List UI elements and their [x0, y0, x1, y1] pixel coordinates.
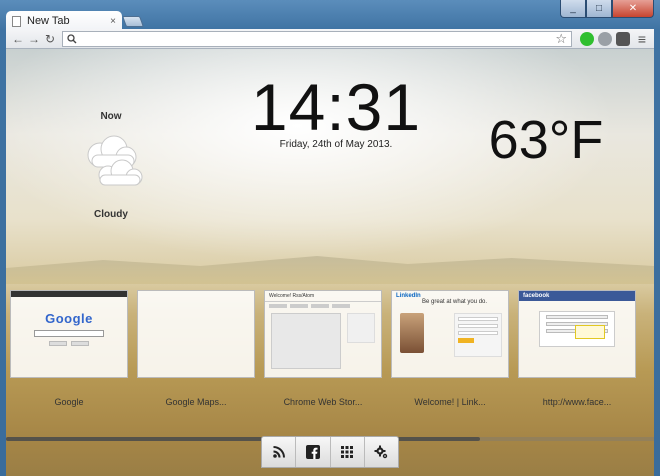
tab-new-tab[interactable]: New Tab × [6, 11, 122, 31]
chrome-menu-button[interactable]: ≡ [634, 31, 650, 47]
cws-nav [265, 302, 381, 310]
thumbnail-chrome-web-store[interactable]: Welcome! Rss/Atom [264, 290, 382, 378]
cloudy-icon [87, 135, 143, 186]
google-logo: Google [45, 311, 93, 326]
rss-button[interactable] [262, 437, 297, 467]
thumbnail-label-facebook[interactable]: http://www.face... [518, 397, 636, 407]
linkedin-tagline: Be great at what you do. [422, 299, 488, 305]
weather-condition: Cloudy [94, 209, 128, 220]
new-tab-button[interactable] [121, 16, 145, 27]
thumbnail-google-maps[interactable] [137, 290, 255, 378]
google-buttons [11, 341, 127, 346]
cws-sidebar [347, 313, 375, 343]
thumbnail-label-google-maps[interactable]: Google Maps... [137, 397, 255, 407]
thumbnail-scroll-thumb[interactable] [6, 437, 480, 441]
google-topbar [11, 291, 127, 297]
bottom-dock [261, 436, 399, 468]
weather-now-label: Now [100, 111, 122, 122]
thumbnail-google[interactable]: Google [10, 290, 128, 378]
browser-window: _ □ ✕ New Tab × ← → ↻ ☆ ≡ Now Cloudy 14:… [0, 0, 660, 476]
settings-gear-icon [374, 445, 388, 459]
linkedin-photo [400, 313, 424, 353]
background-hills [6, 256, 654, 284]
temperature: 63°F [488, 110, 604, 170]
thumbnail-linkedin[interactable]: LinkedIn Be great at what you do. [391, 290, 509, 378]
omnibox[interactable]: ☆ [62, 30, 572, 47]
facebook-button[interactable] [296, 437, 331, 467]
bookmark-star-icon[interactable]: ☆ [555, 31, 567, 47]
forward-button[interactable]: → [26, 31, 42, 47]
tab-title: New Tab [27, 15, 70, 27]
settings-button[interactable] [365, 437, 398, 467]
rss-icon [272, 446, 285, 458]
tab-close-icon[interactable]: × [110, 16, 116, 27]
close-window-button[interactable]: ✕ [612, 0, 654, 18]
facebook-bar: facebook [519, 291, 635, 301]
facebook-icon [305, 445, 320, 459]
thumbnail-label-google[interactable]: Google [10, 397, 128, 407]
clock-date: Friday, 24th of May 2013. [279, 139, 393, 150]
thumbnail-label-chrome-web-store[interactable]: Chrome Web Stor... [264, 397, 382, 407]
address-input[interactable] [77, 31, 556, 46]
search-icon [67, 33, 77, 43]
new-tab-page: Now Cloudy 14:31 Friday, 24th of May 201… [6, 49, 654, 476]
linkedin-form [454, 313, 502, 357]
extension-lightbulb-icon[interactable] [598, 31, 612, 46]
apps-button[interactable] [331, 437, 365, 467]
minimize-button[interactable]: _ [560, 0, 586, 18]
extension-dark-icon[interactable] [616, 31, 630, 46]
maximize-button[interactable]: □ [586, 0, 612, 18]
window-controls: _ □ ✕ [560, 0, 654, 18]
apps-grid-icon [341, 446, 354, 458]
thumbnail-facebook[interactable]: facebook [518, 290, 636, 378]
cws-panel [271, 313, 341, 369]
reload-button[interactable]: ↻ [42, 31, 58, 47]
thumbnail-label-linkedin[interactable]: Welcome! | Link... [391, 397, 509, 407]
google-search-box [34, 330, 104, 337]
extension-green-icon[interactable] [580, 31, 594, 46]
facebook-note [575, 325, 605, 339]
cws-header: Welcome! Rss/Atom [265, 291, 381, 302]
browser-toolbar: ← → ↻ ☆ ≡ [6, 29, 654, 49]
page-icon [12, 15, 21, 27]
back-button[interactable]: ← [10, 31, 26, 47]
clock-time: 14:31 [250, 70, 422, 144]
